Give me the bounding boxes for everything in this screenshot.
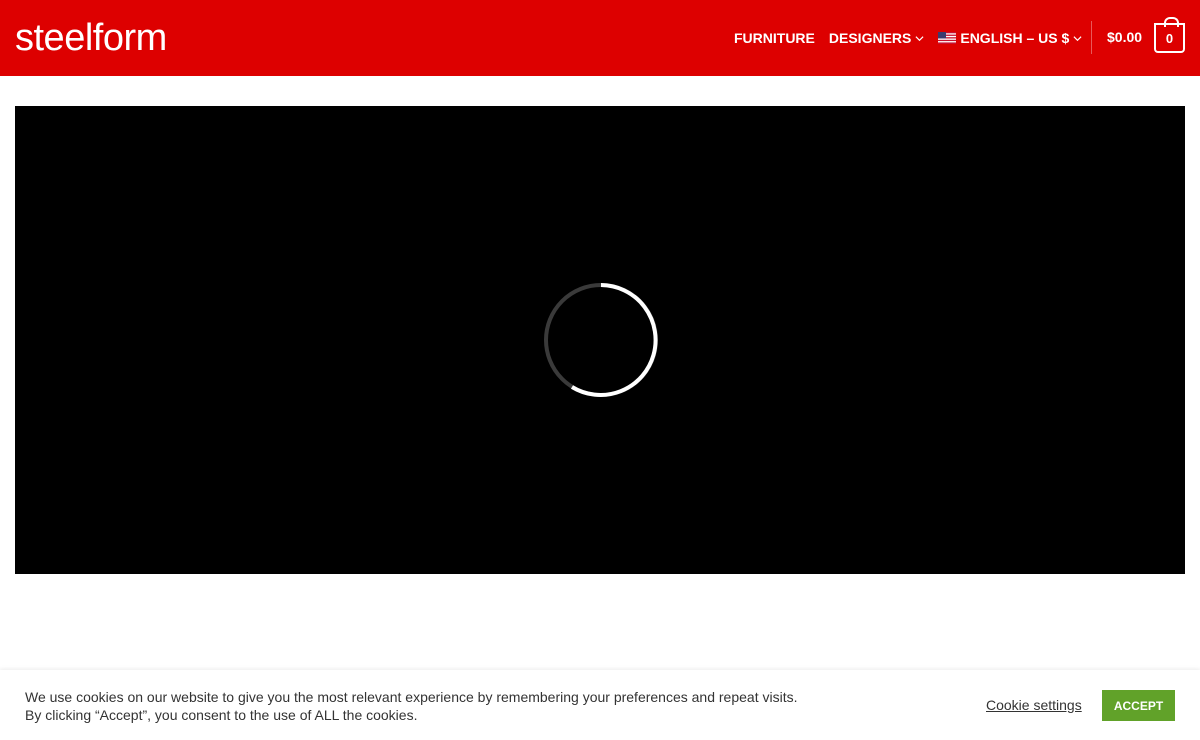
site-header: steelform FURNITURE DESIGNERS ENGLISH – …: [0, 0, 1200, 76]
cart-icon[interactable]: 0: [1154, 17, 1185, 53]
accept-cookies-button[interactable]: ACCEPT: [1102, 690, 1175, 721]
main-nav: FURNITURE DESIGNERS ENGLISH – US $: [734, 0, 1096, 76]
language-currency-switcher[interactable]: ENGLISH – US $: [938, 30, 1082, 46]
nav-item-furniture[interactable]: FURNITURE: [734, 30, 815, 46]
cookie-message-line: By clicking “Accept”, you consent to the…: [25, 707, 418, 723]
video-player[interactable]: [15, 106, 1185, 574]
cookie-banner: We use cookies on our website to give yo…: [0, 670, 1200, 740]
chevron-down-icon: [915, 35, 924, 41]
cookie-settings-link[interactable]: Cookie settings: [986, 697, 1082, 713]
us-flag-icon: [938, 32, 957, 44]
header-divider: [1091, 21, 1092, 54]
site-logo[interactable]: steelform: [15, 18, 167, 58]
nav-item-label: DESIGNERS: [828, 30, 912, 46]
loading-spinner-icon: [544, 283, 658, 397]
cookie-message: We use cookies on our website to give yo…: [25, 688, 925, 724]
chevron-down-icon: [1073, 35, 1082, 41]
cart-total[interactable]: $0.00: [1107, 29, 1142, 45]
nav-item-label: FURNITURE: [734, 30, 815, 46]
cookie-message-line: We use cookies on our website to give yo…: [25, 689, 798, 705]
nav-item-designers[interactable]: DESIGNERS: [829, 30, 924, 46]
cart-count: 0: [1165, 30, 1174, 46]
language-currency-label: ENGLISH – US $: [960, 30, 1070, 46]
